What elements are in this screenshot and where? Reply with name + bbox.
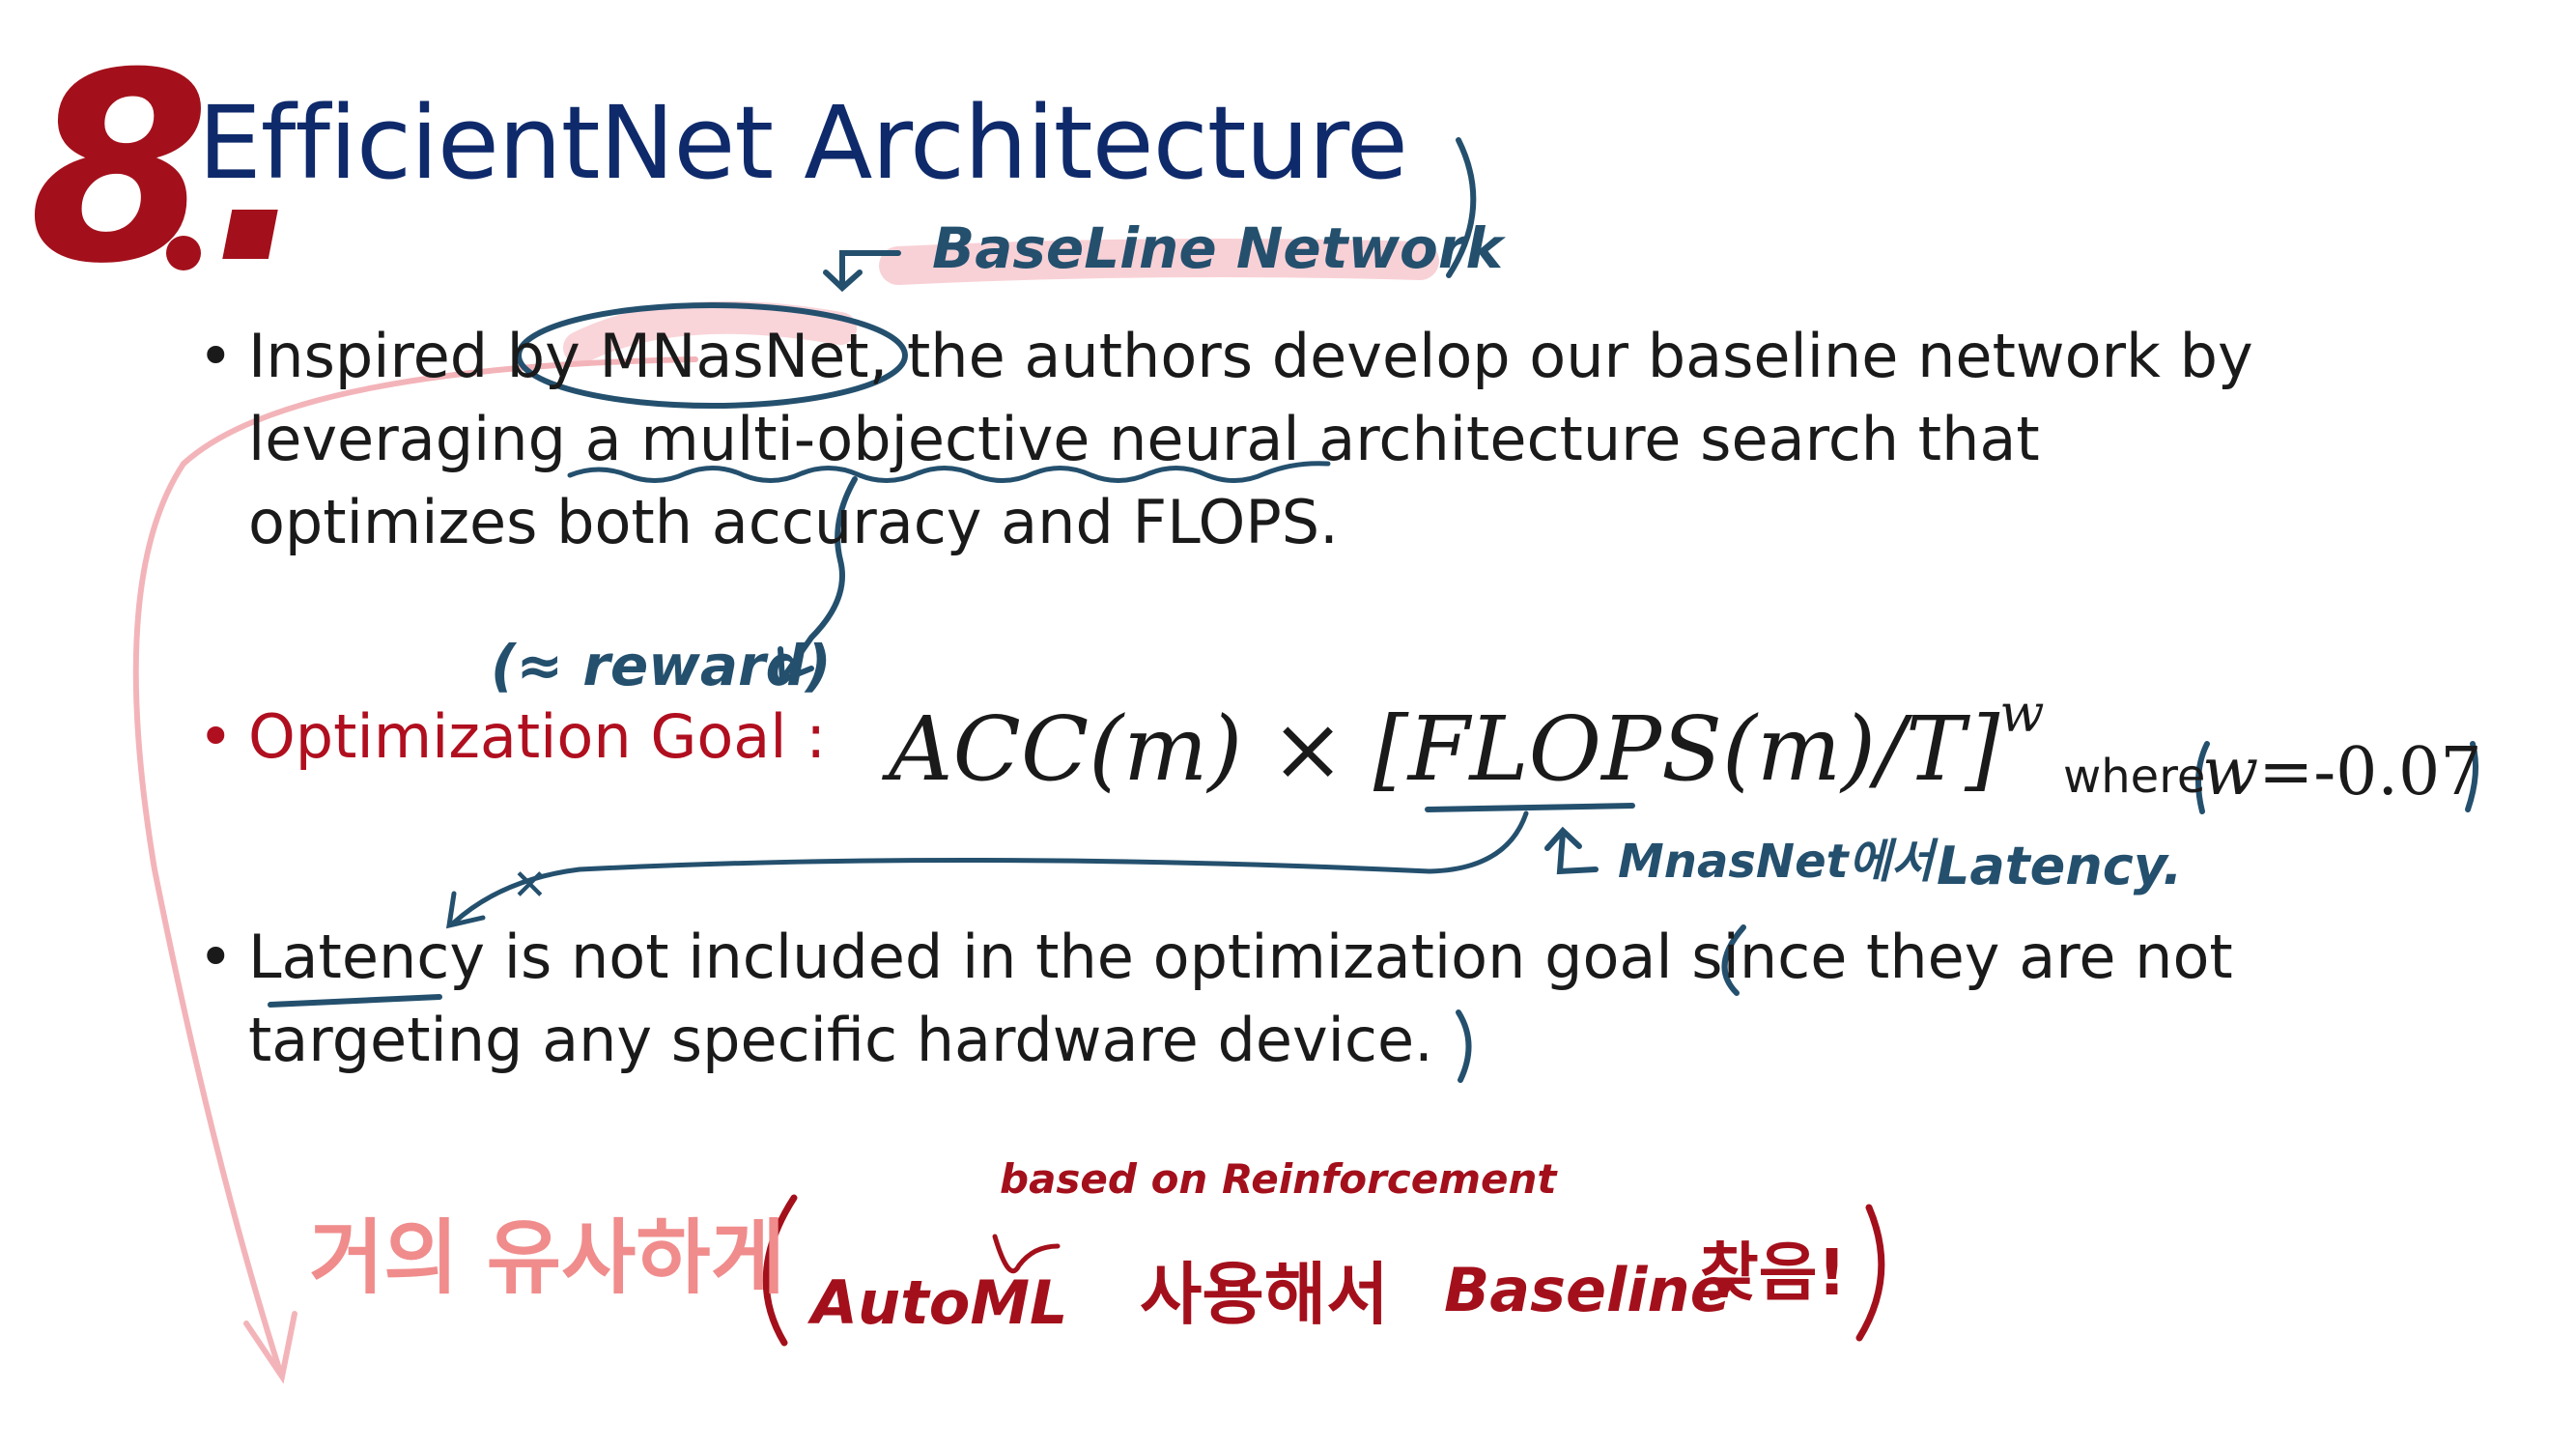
arrow-flops-to-latency [451,810,1529,925]
underline-flops [1425,803,1635,812]
formula-where-label: where [2063,750,2206,804]
bullet-inspired-by: • Inspired by MNasNet, the authors devel… [198,315,2420,576]
slide: 8. EfficientNet Architecture • Inspired … [0,0,2576,1449]
bullet3-line1: Latency is not included in the optimizat… [248,922,2233,992]
note-mnasnet-kr: MnasNet에서 [1618,835,1934,889]
note-baseline: Baseline [1444,1255,1731,1325]
bullet1-line2: leveraging a multi-objective neural arch… [248,404,2040,474]
note-reward: (≈ reward) [491,633,832,698]
formula-main: ACC(m) × [FLOPS(m)/T] [889,697,2000,801]
formula-w-value: w=-0.07 [2202,734,2482,810]
bullet-dot: • [198,701,234,772]
pink-arrow-head [243,1311,297,1384]
note-baseline-network: BaseLine Network [932,215,1504,281]
note-latency: Latency. [1937,836,2183,896]
note-based-on-reinforcement: based on Reinforcement [1000,1155,1557,1203]
red-paren-close [1855,1204,1885,1342]
note-find-kr: 찾음! [1700,1236,1847,1310]
formula-w-number: =-0.07 [2258,734,2482,810]
formula-w-var: w [2202,734,2259,810]
note-similar-kr: 거의 유사하게 [309,1210,785,1305]
bullet-dot: • [198,922,234,992]
bullet3-line2: targeting any specific hardware device. [248,1005,1433,1075]
optimization-formula: ACC(m) × [FLOPS(m)/T]w [889,688,2045,794]
bullet1-line3: optimizes both accuracy and FLOPS. [248,487,1339,557]
bullet-dot: • [198,321,234,391]
slide-title: EfficientNet Architecture [198,84,1408,202]
note-automl: AutoML [811,1267,1068,1338]
note-x-mark: ✕ [512,861,548,910]
arrow-to-mnasnet-head [823,270,863,293]
arrow-up-head [1544,826,1582,851]
optimization-goal-label: Optimization Goal : [248,701,827,772]
bullet-latency: • Latency is not included in the optimiz… [198,916,2420,1090]
formula-exponent: w [1999,683,2045,744]
hook-based-on [992,1234,1061,1274]
arrow-up-mnasnet-latency [1556,830,1599,875]
note-use-kr: 사용해서 [1140,1255,1389,1334]
arrow-to-mnasnet [839,250,901,288]
bullet1-line1: Inspired by MNasNet, the authors develop… [248,321,2253,391]
